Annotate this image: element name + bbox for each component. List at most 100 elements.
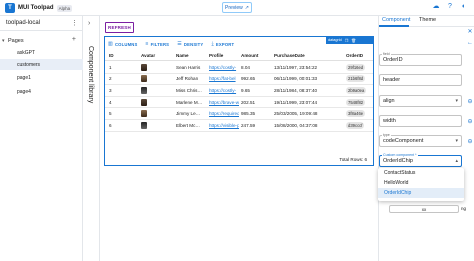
- order-id-chip: 21b6f8d: [346, 75, 366, 83]
- external-link-icon: ↗: [244, 4, 249, 11]
- chevron-up-icon: ▴: [455, 158, 458, 164]
- toolbar-label: DENSITY: [183, 41, 204, 47]
- cell-amount: 9.65: [241, 87, 250, 93]
- avatar-cell: [141, 62, 165, 73]
- pages-label: Pages: [8, 37, 24, 44]
- align-select[interactable]: align ▾: [379, 95, 462, 107]
- tab-component[interactable]: Component: [382, 17, 410, 23]
- table-row[interactable]: 6 Elbert Mc… https://visible-p 247.59 15…: [105, 120, 373, 132]
- data-grid[interactable]: datagrid ❐ 🗑 ▥ COLUMNS ≡ FILTERS ☰ DENSITY …: [104, 36, 374, 166]
- reset-type-icon[interactable]: ⊖: [466, 138, 474, 145]
- width-input[interactable]: width: [379, 115, 462, 127]
- column-header-profile[interactable]: Profile: [209, 51, 239, 60]
- avatar-cell: [141, 108, 165, 119]
- reset-align-icon[interactable]: ⊖: [466, 98, 474, 105]
- close-icon[interactable]: ✕: [466, 28, 474, 35]
- order-id-cell: 2b9a0ea: [346, 85, 374, 96]
- brand: T MUI Toolpad Alpha: [5, 3, 73, 13]
- density-button[interactable]: ☰ DENSITY: [177, 41, 203, 47]
- cell-name: Miss Chris…: [176, 87, 203, 93]
- page-label: page4: [17, 88, 31, 95]
- cell-id: 3: [109, 87, 112, 93]
- profile-link[interactable]: https://required: [209, 108, 239, 119]
- column-header-id[interactable]: ID: [109, 51, 129, 60]
- field-input[interactable]: field OrderID: [379, 52, 462, 66]
- custom-component-select[interactable]: Custom component * OrderIdChip ▴: [379, 153, 462, 167]
- table-row[interactable]: 5 Jimmy Le… https://required 985.35 25/0…: [105, 108, 373, 120]
- export-button[interactable]: ⤓ EXPORT: [211, 41, 234, 47]
- app-title: MUI Toolpad: [18, 5, 54, 11]
- profile-link[interactable]: https://fat-bel: [209, 74, 239, 85]
- top-icons: ☁ ? ◐: [432, 3, 468, 11]
- page-label: page1: [17, 74, 31, 81]
- filters-button[interactable]: ≡ FILTERS: [146, 41, 170, 47]
- avatar-cell: [141, 85, 165, 96]
- columns-button[interactable]: ▥ COLUMNS: [108, 41, 138, 47]
- custom-component-label: Custom component *: [382, 153, 418, 157]
- page-label: customers: [17, 61, 41, 68]
- column-header-amount[interactable]: Amount: [241, 51, 271, 60]
- cell-purchase-date: 28/11/1984, 08:37:40: [274, 87, 318, 93]
- cell-purchase-date: 15/08/2000, 04:37:08: [274, 122, 318, 128]
- columns-icon: ▥: [108, 41, 113, 47]
- cell-purchase-date: 25/03/2005, 19:09:48: [274, 111, 318, 117]
- avatar: [141, 63, 147, 71]
- cell-name: Elbert Mc…: [176, 122, 200, 128]
- preview-button[interactable]: Preview ↗: [222, 2, 252, 13]
- toolpad-logo-icon: T: [5, 3, 15, 13]
- column-header-purchasedate[interactable]: PurchaseDate: [274, 51, 334, 60]
- avatar: [141, 110, 147, 118]
- cell-id: 4: [109, 99, 112, 105]
- toolpad-app: T MUI Toolpad Alpha Preview ↗ ☁ ? ◐ tool…: [0, 0, 474, 261]
- more-options-icon[interactable]: ⋮: [71, 19, 78, 27]
- help-icon[interactable]: ?: [446, 3, 454, 11]
- header-input[interactable]: header: [379, 74, 462, 86]
- top-bar: T MUI Toolpad Alpha Preview ↗ ☁ ? ◐: [0, 0, 474, 16]
- table-row[interactable]: 2 Jeff Rohan https://fat-bel 992.65 06/1…: [105, 74, 373, 86]
- custom-component-menu: ContactStatus HelloWorld OrderIdChip: [378, 168, 464, 201]
- profile-link[interactable]: https://visible-p: [209, 120, 239, 131]
- profile-link[interactable]: https://costly-: [209, 62, 239, 73]
- filter-icon: ≡: [145, 41, 149, 47]
- grid-toolbar: ▥ COLUMNS ≡ FILTERS ☰ DENSITY ⤓ EXPORT: [108, 40, 234, 48]
- profile-link[interactable]: https://brave-w: [209, 97, 239, 108]
- type-select[interactable]: type codeComponent ▾: [379, 133, 462, 147]
- inspector-tabs: Component Theme: [379, 16, 474, 27]
- profile-link[interactable]: https://costly-: [209, 85, 239, 96]
- cloud-icon[interactable]: ☁: [432, 3, 440, 11]
- column-header-avatar[interactable]: Avatar: [141, 51, 165, 60]
- inspector-panel: Component Theme ✕ ← field OrderID header…: [378, 16, 474, 261]
- theme-toggle-icon[interactable]: ◐: [460, 3, 468, 11]
- option-contactstatus[interactable]: ContactStatus: [378, 168, 464, 178]
- column-header-orderid[interactable]: OrderID: [346, 51, 374, 60]
- avatar-cell: [141, 120, 165, 131]
- back-arrow-icon[interactable]: ←: [466, 40, 474, 46]
- component-library-panel[interactable]: › Component library: [84, 16, 100, 261]
- cell-amount: 985.35: [241, 111, 256, 117]
- sidebar-item-askgpt[interactable]: askGPT: [0, 47, 83, 58]
- add-page-icon[interactable]: +: [72, 36, 76, 44]
- total-rows: Total Rows: 6: [339, 157, 367, 162]
- cell-name: Sean Harris: [176, 64, 201, 70]
- pages-tree-toggle[interactable]: ▾ Pages: [2, 36, 82, 45]
- table-row[interactable]: 3 Miss Chris… https://costly- 9.65 28/11…: [105, 85, 373, 97]
- code-input[interactable]: xx: [389, 205, 459, 213]
- column-header-name[interactable]: Name: [176, 51, 206, 60]
- copy-icon[interactable]: ❐: [345, 38, 348, 43]
- table-row[interactable]: 1 Sean Harris https://costly- 8.04 13/11…: [105, 62, 373, 74]
- table-row[interactable]: 4 Marlene M… https://brave-w 202.51 19/1…: [105, 97, 373, 109]
- collapse-arrow-icon[interactable]: ›: [88, 20, 90, 27]
- active-tab-indicator: [379, 25, 409, 27]
- sidebar-item-page4[interactable]: page4: [0, 86, 83, 97]
- avatar: [141, 86, 147, 94]
- delete-icon[interactable]: 🗑: [351, 38, 356, 43]
- option-helloworld[interactable]: HelloWorld: [378, 178, 464, 188]
- density-icon: ☰: [177, 41, 182, 47]
- pages-sidebar: toolpad-local ⋮ ▾ Pages + askGPT custome…: [0, 16, 83, 261]
- reset-width-icon[interactable]: ⊖: [466, 118, 474, 125]
- tab-theme[interactable]: Theme: [419, 17, 436, 23]
- sidebar-item-customers[interactable]: customers: [0, 59, 83, 70]
- sidebar-item-page1[interactable]: page1: [0, 72, 83, 83]
- option-orderidchip[interactable]: OrderIdChip: [378, 188, 464, 198]
- refresh-button[interactable]: REFRESH: [105, 22, 134, 33]
